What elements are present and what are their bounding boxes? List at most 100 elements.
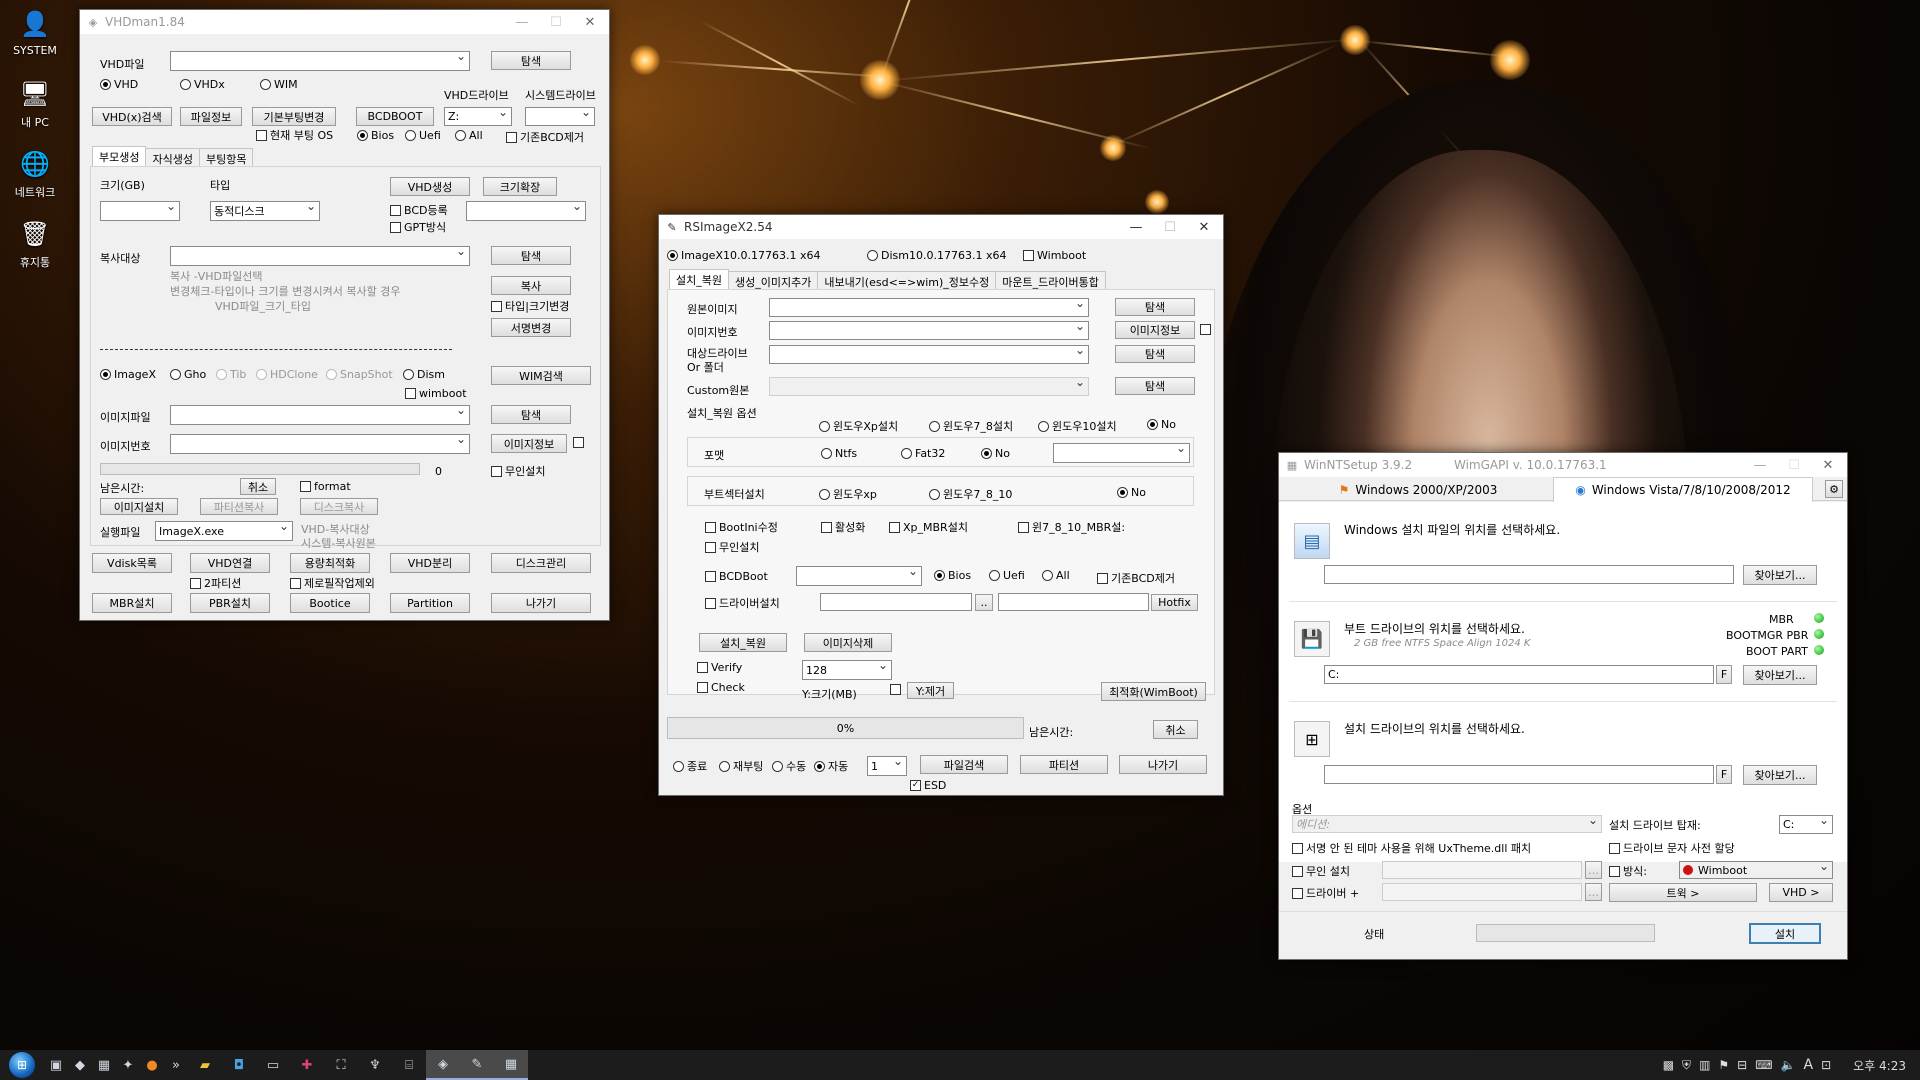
start-button[interactable]: ⊞ — [0, 1050, 44, 1080]
bcdboot-button[interactable]: BCDBOOT — [356, 107, 434, 126]
tray-ime-indicator[interactable]: A — [1804, 1057, 1814, 1073]
desktop-icon-system[interactable]: 👤 SYSTEM — [0, 8, 70, 57]
end-radio-shutdown[interactable]: 종료 — [673, 758, 707, 774]
driver-install-check[interactable]: 드라이버설치 — [705, 595, 780, 611]
vhd-file-browse-button[interactable]: 탐색 — [491, 51, 571, 70]
image-file-browse-button[interactable]: 탐색 — [491, 405, 571, 424]
exit-button[interactable]: 나가기 — [491, 593, 591, 613]
tool-radio-snapshot[interactable]: SnapShot — [326, 368, 393, 381]
target-drive-combo[interactable] — [769, 345, 1089, 364]
mount-drive-combo[interactable]: C: — [1779, 815, 1833, 834]
install-button[interactable]: 설치 — [1749, 923, 1821, 944]
minimize-button[interactable]: — — [1119, 215, 1153, 239]
type-radio-wim[interactable]: WIM — [260, 78, 298, 91]
method-check[interactable]: 방식: — [1609, 863, 1647, 879]
quicklaunch-switch-icon[interactable]: ◆ — [68, 1050, 92, 1080]
type-size-change-check[interactable]: 타입|크기변경 — [491, 298, 569, 314]
tab-windows-xp[interactable]: ⚑ Windows 2000/XP/2003 — [1283, 479, 1553, 501]
two-partition-check[interactable]: 2파티션 — [190, 575, 241, 591]
tool-radio-dism[interactable]: Dism — [403, 368, 445, 381]
tray-shield-icon[interactable]: ⛨ — [1682, 1058, 1691, 1073]
uefi-radio[interactable]: Uefi — [405, 129, 441, 142]
end-radio-reboot[interactable]: 재부팅 — [719, 758, 763, 774]
image-delete-button[interactable]: 이미지삭제 — [804, 633, 892, 652]
unattended-check[interactable]: 무인설치 — [705, 539, 759, 555]
app-blue-icon[interactable]: ◘ — [222, 1050, 256, 1080]
all-radio[interactable]: All — [455, 129, 483, 142]
usb-icon[interactable]: ♆ — [358, 1050, 392, 1080]
bootsector-radio-7-8-10[interactable]: 윈도우7_8_10 — [929, 486, 1012, 502]
unattended-check[interactable]: 무인설치 — [491, 463, 545, 479]
partition-copy-button[interactable]: 파티션복사 — [200, 498, 278, 515]
bootsector-radio-xp[interactable]: 윈도우xp — [819, 486, 877, 502]
uxtheme-patch-check[interactable]: 서명 안 된 테마 사용을 위해 UxTheme.dll 패치 — [1292, 840, 1531, 856]
engine-radio-dism[interactable]: Dism10.0.17763.1 x64 — [867, 249, 1006, 262]
copy-target-combo[interactable] — [170, 246, 470, 266]
tray-display-icon[interactable]: ▥ — [1699, 1058, 1710, 1072]
vhd-file-combo[interactable] — [170, 51, 470, 71]
format-radio-ntfs[interactable]: Ntfs — [821, 447, 857, 460]
size-expand-button[interactable]: 크기확장 — [483, 177, 557, 196]
tool-radio-tib[interactable]: Tib — [216, 368, 246, 381]
close-button[interactable]: ✕ — [1187, 215, 1221, 239]
desktop-icon-network[interactable]: 🌐 네트워크 — [0, 148, 70, 200]
bcdboot-check[interactable]: BCDBoot — [705, 570, 768, 583]
size-combo[interactable] — [100, 201, 180, 221]
xp-mbr-check[interactable]: Xp_MBR설치 — [889, 519, 968, 535]
driver-browse-button[interactable]: … — [1585, 883, 1602, 901]
image-install-button[interactable]: 이미지설치 — [100, 498, 178, 515]
image-info-check[interactable] — [573, 437, 587, 448]
boot-drive-f-button[interactable]: F — [1716, 665, 1732, 684]
verify-check[interactable]: Verify — [697, 661, 742, 674]
format-radio-fat32[interactable]: Fat32 — [901, 447, 945, 460]
source-browse-button[interactable]: 탐색 — [1115, 298, 1195, 316]
file-search-button[interactable]: 파일검색 — [920, 755, 1008, 774]
maximize-button[interactable]: ☐ — [539, 10, 573, 34]
unattended-field[interactable] — [1382, 861, 1582, 879]
vhd-drive-combo[interactable]: Z: — [444, 107, 512, 126]
vdisk-list-button[interactable]: Vdisk목록 — [92, 553, 172, 573]
maximize-button[interactable]: ☐ — [1777, 453, 1811, 477]
end-radio-manual[interactable]: 수동 — [772, 758, 806, 774]
desktop-icon-this-pc[interactable]: 🖥 내 PC — [0, 78, 70, 130]
bootsector-radio-no[interactable]: No — [1117, 486, 1146, 499]
win-radio-10[interactable]: 윈도우10설치 — [1038, 418, 1117, 434]
bcd-combo[interactable] — [466, 201, 586, 221]
unattended-browse-button[interactable]: … — [1585, 861, 1602, 879]
app-pink-icon[interactable]: ✚ — [290, 1050, 324, 1080]
minimize-button[interactable]: — — [505, 10, 539, 34]
cancel-button[interactable]: 취소 — [240, 478, 276, 495]
check-check[interactable]: Check — [697, 681, 745, 694]
wim-search-button[interactable]: WIM검색 — [491, 366, 591, 385]
capture-icon[interactable]: ⛶ — [324, 1050, 358, 1080]
install-drive-browse-button[interactable]: 찾아보기... — [1743, 765, 1817, 785]
install-drive-f-button[interactable]: F — [1716, 765, 1732, 784]
tray-ime-mode-icon[interactable]: ⊡ — [1821, 1058, 1831, 1072]
quicklaunch-grid-icon[interactable]: ▦ — [92, 1050, 116, 1080]
tray-volume-icon[interactable]: 🔈 — [1781, 1058, 1796, 1072]
settings-icon[interactable]: ⚙ — [1825, 480, 1843, 498]
explorer-folder-icon[interactable]: ▰ — [188, 1050, 222, 1080]
monitor-icon[interactable]: ▭ — [256, 1050, 290, 1080]
current-boot-os-check[interactable]: 현재 부팅 OS — [256, 127, 333, 143]
default-boot-change-button[interactable]: 기본부팅변경 — [252, 107, 336, 126]
taskbar-vhdman[interactable]: ◈ — [426, 1050, 460, 1080]
minimize-button[interactable]: — — [1743, 453, 1777, 477]
cancel-button[interactable]: 취소 — [1153, 720, 1198, 739]
desktop-icon-recycle-bin[interactable]: 🗑 휴지통 — [0, 218, 70, 270]
driver-browse-button[interactable]: .. — [975, 594, 993, 611]
win-radio-no[interactable]: No — [1147, 418, 1176, 431]
tray-network-icon[interactable]: ⊟ — [1737, 1058, 1747, 1072]
bootice-button[interactable]: Bootice — [290, 593, 370, 613]
driver-check[interactable]: 드라이버 + — [1292, 885, 1359, 901]
format-radio-no[interactable]: No — [981, 447, 1010, 460]
bcd-radio-bios[interactable]: Bios — [934, 569, 971, 582]
bcd-radio-all[interactable]: All — [1042, 569, 1070, 582]
boot-drive-browse-button[interactable]: 찾아보기... — [1743, 665, 1817, 685]
quicklaunch-tools-icon[interactable]: ✦ — [116, 1050, 140, 1080]
partition-button[interactable]: Partition — [390, 593, 470, 613]
driver-path-field[interactable] — [820, 593, 972, 611]
win-radio-xp[interactable]: 윈도우Xp설치 — [819, 418, 898, 434]
image-file-combo[interactable] — [170, 405, 470, 425]
install-source-field[interactable] — [1324, 565, 1734, 584]
